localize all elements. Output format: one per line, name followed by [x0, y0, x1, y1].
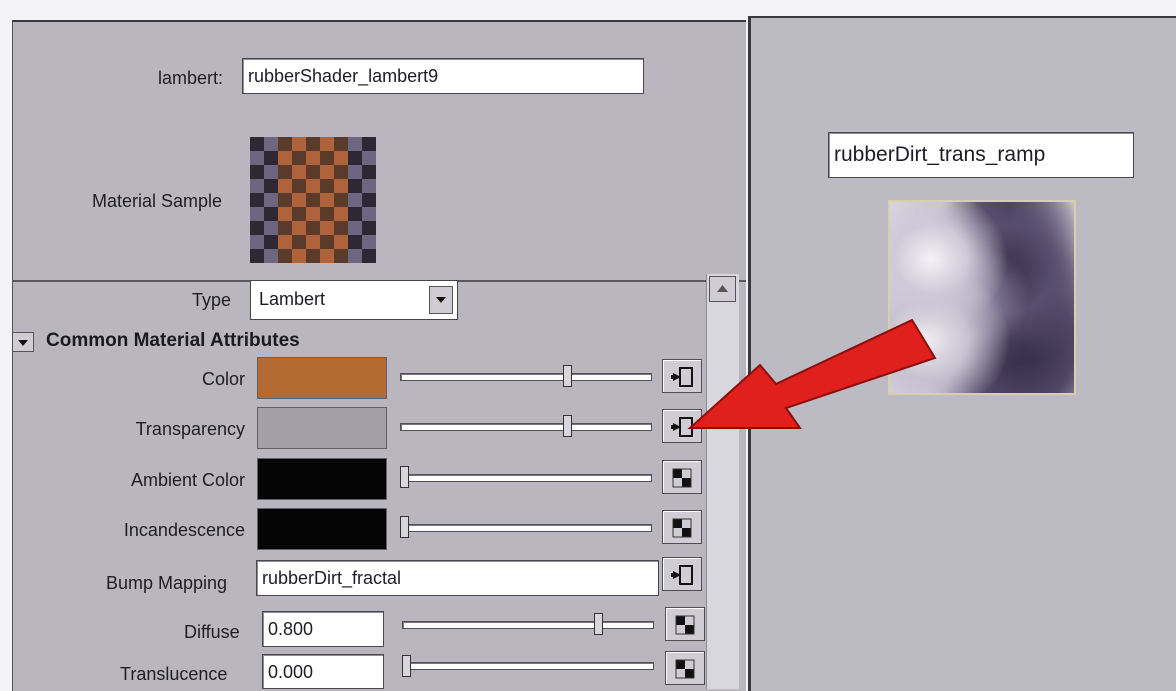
- attribute-color-swatch[interactable]: [257, 508, 387, 550]
- diffuse-label: Diffuse: [184, 622, 240, 642]
- attribute-color-swatch[interactable]: [257, 458, 387, 500]
- translucence-label: Translucence: [120, 664, 228, 684]
- material-sample-label: Material Sample: [92, 191, 223, 211]
- diffuse-field[interactable]: 0.800: [262, 611, 384, 647]
- type-dropdown-value: Lambert: [259, 289, 326, 309]
- bump-map-button[interactable]: [662, 557, 702, 591]
- diffuse-slider[interactable]: [402, 621, 654, 629]
- checker-map-icon: [672, 518, 692, 538]
- checker-map-icon: [675, 615, 695, 635]
- attribute-slider[interactable]: [400, 474, 652, 482]
- attribute-slider-thumb[interactable]: [563, 415, 573, 437]
- attribute-map-button[interactable]: [662, 510, 702, 544]
- map-connected-icon: [671, 417, 693, 437]
- texture-name-field[interactable]: rubberDirt_trans_ramp: [828, 132, 1134, 178]
- attribute-map-button[interactable]: [662, 409, 702, 443]
- attribute-slider[interactable]: [400, 373, 652, 381]
- texture-swatch[interactable]: [888, 200, 1076, 395]
- shader-name-field[interactable]: rubberShader_lambert9: [242, 58, 644, 94]
- bump-mapping-label: Bump Mapping: [106, 573, 228, 593]
- bump-mapping-field[interactable]: rubberDirt_fractal: [256, 560, 659, 596]
- diffuse-map-button[interactable]: [665, 607, 705, 641]
- attribute-label: Color: [201, 369, 245, 389]
- material-sample-swatch: [250, 137, 376, 263]
- map-connected-icon: [671, 565, 693, 585]
- map-connected-icon: [671, 367, 693, 387]
- attribute-slider[interactable]: [400, 423, 652, 431]
- attribute-color-swatch[interactable]: [257, 407, 387, 449]
- chevron-down-icon[interactable]: [429, 286, 453, 314]
- diffuse-slider-thumb[interactable]: [594, 613, 603, 635]
- translucence-map-button[interactable]: [665, 651, 705, 685]
- arrow-up-icon[interactable]: [709, 276, 736, 302]
- type-dropdown[interactable]: Lambert: [250, 280, 458, 320]
- checker-map-icon: [672, 468, 692, 488]
- attribute-scrollbar[interactable]: [706, 274, 739, 689]
- attribute-color-swatch[interactable]: [257, 357, 387, 399]
- triangle-down-icon[interactable]: [12, 332, 34, 352]
- attribute-map-button[interactable]: [662, 359, 702, 393]
- checker-map-icon: [675, 659, 695, 679]
- type-label: Type: [192, 290, 232, 310]
- attribute-map-button[interactable]: [662, 460, 702, 494]
- attribute-label: Incandescence: [123, 520, 245, 540]
- translucence-slider[interactable]: [402, 662, 654, 670]
- attribute-slider-thumb[interactable]: [400, 516, 409, 538]
- attribute-slider-thumb[interactable]: [563, 365, 573, 387]
- attribute-label: Ambient Color: [130, 470, 245, 490]
- attribute-slider-thumb[interactable]: [400, 466, 409, 488]
- translucence-field[interactable]: 0.000: [262, 654, 384, 689]
- section-title: Common Material Attributes: [46, 330, 300, 351]
- shader-name-label: lambert:: [158, 68, 224, 88]
- attribute-label: Transparency: [135, 419, 245, 439]
- attribute-slider[interactable]: [400, 524, 652, 532]
- translucence-slider-thumb[interactable]: [402, 655, 411, 677]
